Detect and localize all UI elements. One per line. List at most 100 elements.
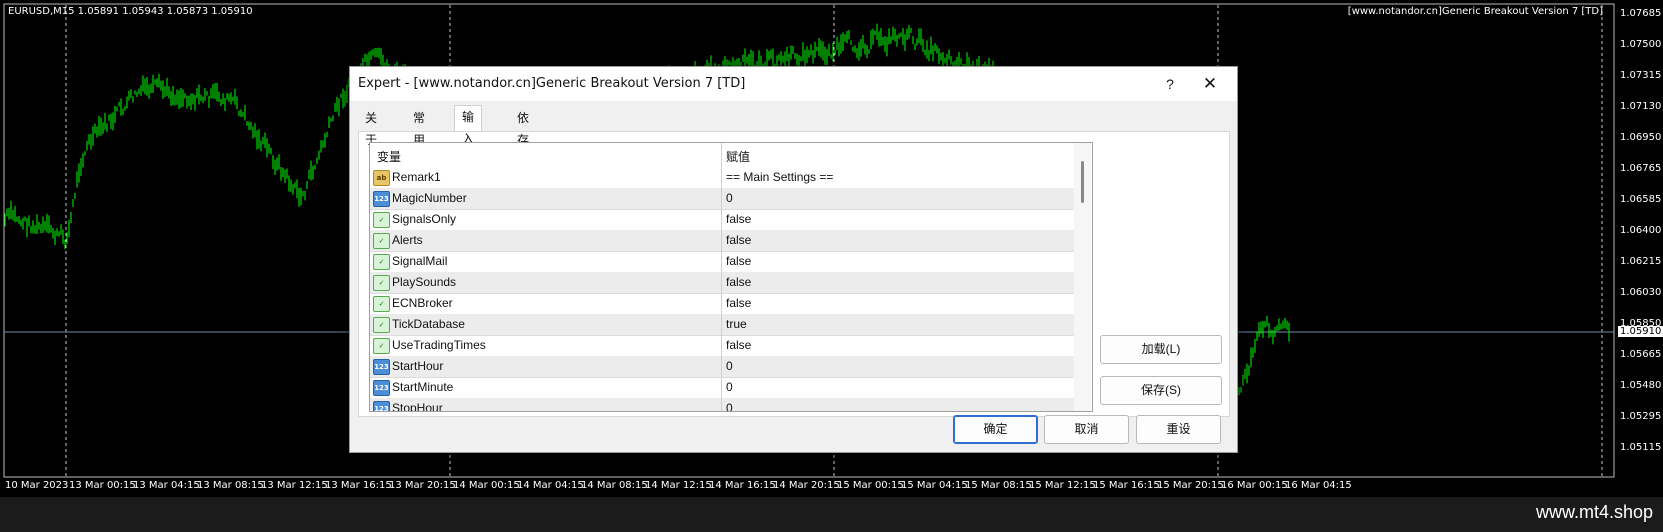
- price-tick-label: 1.06585: [1620, 194, 1662, 205]
- parameter-name: Remark1: [392, 170, 441, 184]
- time-tick-label: 16 Mar 00:15: [1221, 480, 1288, 491]
- symbol-info: EURUSD,M15 1.05891 1.05943 1.05873 1.059…: [8, 6, 253, 17]
- parameter-value[interactable]: false: [726, 233, 751, 247]
- load-button[interactable]: 加载(L): [1100, 335, 1222, 364]
- time-tick-label: 13 Mar 08:15: [197, 480, 264, 491]
- time-tick-label: 10 Mar 2023: [5, 480, 69, 491]
- parameter-value[interactable]: false: [726, 254, 751, 268]
- time-tick-label: 16 Mar 04:15: [1285, 480, 1352, 491]
- bool-type-icon: ✓: [373, 233, 390, 249]
- expert-properties-dialog: Expert - [www.notandor.cn]Generic Breako…: [349, 66, 1238, 453]
- table-row[interactable]: ✓ PlaySounds false: [370, 272, 1074, 294]
- bool-type-icon: ✓: [373, 212, 390, 228]
- column-header-value[interactable]: 赋值: [726, 148, 750, 165]
- tab-dependencies[interactable]: 依存关系: [510, 107, 536, 191]
- parameter-name: Alerts: [392, 233, 423, 247]
- bottom-strip: [0, 497, 1663, 532]
- price-tick-label: 1.07130: [1620, 101, 1662, 112]
- column-header-variable[interactable]: 变量: [377, 148, 401, 165]
- integer-type-icon: 123: [373, 359, 390, 375]
- table-row[interactable]: ✓ TickDatabase true: [370, 314, 1074, 336]
- time-tick-label: 15 Mar 04:15: [901, 480, 968, 491]
- current-price-label: 1.05910: [1618, 326, 1663, 337]
- time-tick-label: 14 Mar 16:15: [709, 480, 776, 491]
- integer-type-icon: 123: [373, 401, 390, 411]
- table-row[interactable]: 123 StopHour 0: [370, 398, 1074, 412]
- parameter-name: TickDatabase: [392, 317, 465, 331]
- price-tick-label: 1.05295: [1620, 411, 1662, 422]
- parameter-value[interactable]: true: [726, 317, 747, 331]
- help-button[interactable]: ?: [1156, 73, 1184, 95]
- bool-type-icon: ✓: [373, 296, 390, 312]
- integer-type-icon: 123: [373, 191, 390, 207]
- time-tick-label: 15 Mar 00:15: [837, 480, 904, 491]
- table-row[interactable]: ✓ Alerts false: [370, 230, 1074, 252]
- price-tick-label: 1.07685: [1620, 8, 1662, 19]
- tab-common[interactable]: 常用: [406, 107, 432, 147]
- parameter-value[interactable]: 0: [726, 191, 733, 205]
- time-tick-label: 13 Mar 00:15: [69, 480, 136, 491]
- time-tick-label: 13 Mar 04:15: [133, 480, 200, 491]
- price-tick-label: 1.07315: [1620, 70, 1662, 81]
- parameter-value[interactable]: == Main Settings ==: [726, 170, 833, 184]
- parameter-value[interactable]: 0: [726, 401, 733, 411]
- tab-about[interactable]: 关于: [358, 107, 384, 147]
- price-tick-label: 1.05115: [1620, 442, 1662, 453]
- time-tick-label: 14 Mar 00:15: [453, 480, 520, 491]
- table-row[interactable]: ✓ SignalMail false: [370, 251, 1074, 273]
- time-tick-label: 15 Mar 16:15: [1093, 480, 1160, 491]
- dialog-title: Expert - [www.notandor.cn]Generic Breako…: [358, 76, 746, 91]
- time-tick-label: 15 Mar 12:15: [1029, 480, 1096, 491]
- time-tick-label: 13 Mar 16:15: [325, 480, 392, 491]
- table-row[interactable]: 123 MagicNumber 0: [370, 188, 1074, 210]
- watermark: www.mt4.shop: [1535, 502, 1653, 522]
- table-row[interactable]: 123 StartHour 0: [370, 356, 1074, 378]
- price-tick-label: 1.06950: [1620, 132, 1662, 143]
- parameter-name: SignalsOnly: [392, 212, 457, 226]
- parameter-value[interactable]: 0: [726, 359, 733, 373]
- price-tick-label: 1.06400: [1620, 225, 1662, 236]
- bool-type-icon: ✓: [373, 317, 390, 333]
- text-type-icon: ab: [373, 170, 390, 186]
- cancel-button[interactable]: 取消: [1044, 415, 1129, 444]
- parameter-name: UseTradingTimes: [392, 338, 486, 352]
- price-tick-label: 1.05480: [1620, 380, 1662, 391]
- parameter-name: MagicNumber: [392, 191, 467, 205]
- dialog-titlebar[interactable]: Expert - [www.notandor.cn]Generic Breako…: [350, 67, 1237, 101]
- table-row[interactable]: ab Remark1 == Main Settings ==: [370, 167, 1074, 189]
- close-button[interactable]: ✕: [1196, 73, 1224, 95]
- table-row[interactable]: ✓ UseTradingTimes false: [370, 335, 1074, 357]
- table-row[interactable]: ✓ SignalsOnly false: [370, 209, 1074, 231]
- bool-type-icon: ✓: [373, 275, 390, 291]
- parameter-value[interactable]: 0: [726, 380, 733, 394]
- parameter-value[interactable]: false: [726, 275, 751, 289]
- parameter-name: ECNBroker: [392, 296, 453, 310]
- table-row[interactable]: ✓ ECNBroker false: [370, 293, 1074, 315]
- time-tick-label: 13 Mar 12:15: [261, 480, 328, 491]
- parameter-value[interactable]: false: [726, 296, 751, 310]
- price-tick-label: 1.05665: [1620, 349, 1662, 360]
- column-divider: [721, 143, 722, 411]
- price-tick-label: 1.06765: [1620, 163, 1662, 174]
- price-tick-label: 1.07500: [1620, 39, 1662, 50]
- time-tick-label: 15 Mar 20:15: [1157, 480, 1224, 491]
- parameter-name: SignalMail: [392, 254, 448, 268]
- bool-type-icon: ✓: [373, 338, 390, 354]
- time-tick-label: 14 Mar 12:15: [645, 480, 712, 491]
- tab-inputs[interactable]: 输入参数: [454, 105, 483, 190]
- parameter-name: StopHour: [392, 401, 443, 412]
- vertical-scrollbar[interactable]: [1074, 143, 1091, 411]
- parameter-name: StartHour: [392, 359, 444, 373]
- time-tick-label: 14 Mar 08:15: [581, 480, 648, 491]
- grid-header: 变量 赋值: [370, 143, 1074, 167]
- ok-button[interactable]: 确定: [953, 415, 1038, 444]
- table-row[interactable]: 123 StartMinute 0: [370, 377, 1074, 399]
- time-tick-label: 14 Mar 04:15: [517, 480, 584, 491]
- save-button[interactable]: 保存(S): [1100, 376, 1222, 405]
- input-parameters-grid: 变量 赋值 ab Remark1 == Main Settings == 123 Mag…: [369, 142, 1093, 412]
- parameter-value[interactable]: false: [726, 212, 751, 226]
- scrollbar-thumb[interactable]: [1081, 161, 1084, 203]
- price-tick-label: 1.06215: [1620, 256, 1662, 267]
- reset-button[interactable]: 重设: [1136, 415, 1221, 444]
- parameter-value[interactable]: false: [726, 338, 751, 352]
